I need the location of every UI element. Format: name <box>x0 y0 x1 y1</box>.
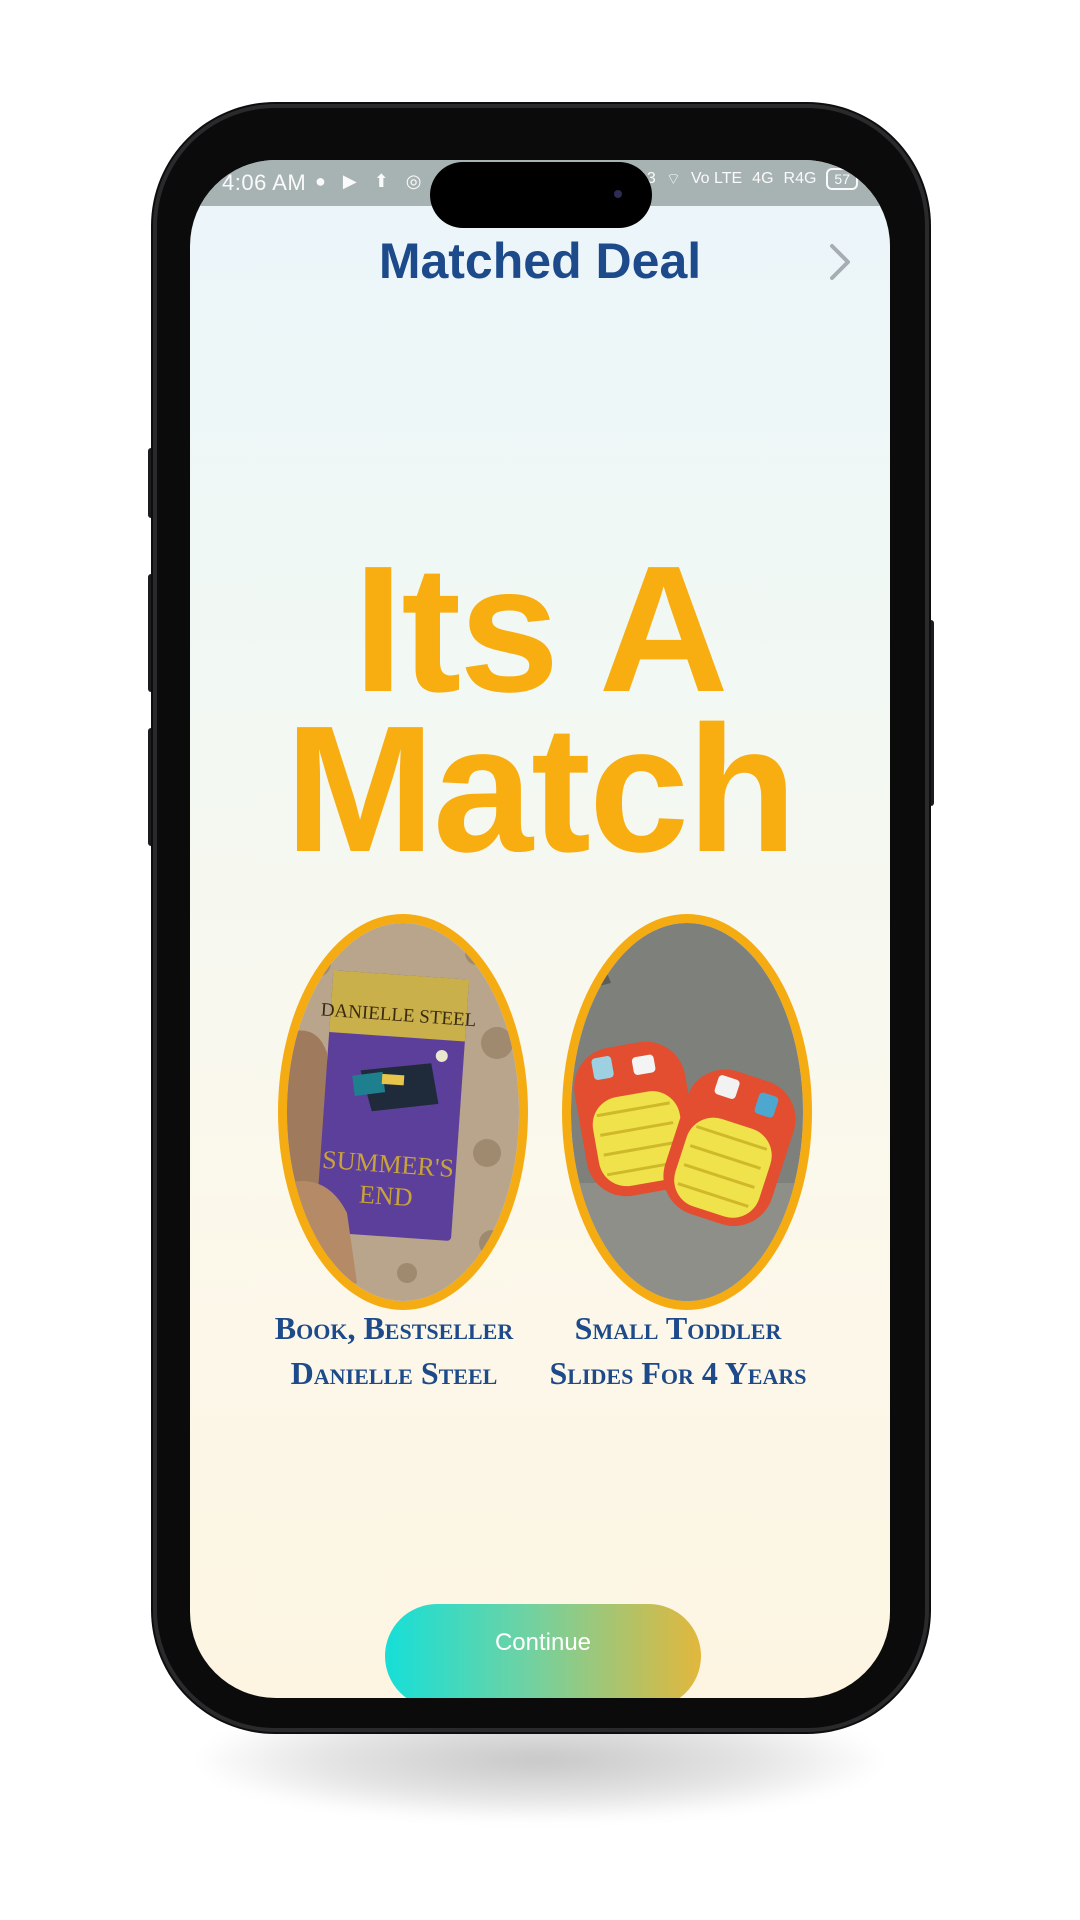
continue-button[interactable]: Continue <box>385 1604 701 1698</box>
camera-dot <box>614 190 622 198</box>
match-headline-line1: Its A <box>353 529 728 730</box>
item-label-book: Book, Bestseller Danielle Steel <box>274 1310 514 1391</box>
item-image-book: DANIELLE STEEL SUMMER'S END <box>278 914 528 1310</box>
page-title: Matched Deal <box>378 233 702 289</box>
notification-icons: ● ▶ ⬆ ◎ <box>315 171 428 191</box>
device-action-button <box>148 448 156 518</box>
volte-icon: Vo LTE <box>690 170 743 187</box>
match-headline-line2: Match <box>284 689 797 890</box>
signal-r4g-icon: R4G <box>783 170 817 187</box>
app-screen: 4:06 AM ● ▶ ⬆ ◎ 1.13 ⌔ Vo LTE 4G R4G 57 … <box>190 160 890 1698</box>
book-photo: DANIELLE STEEL SUMMER'S END <box>287 923 519 1301</box>
device-volume-down-button <box>148 728 156 846</box>
signal-4g-icon: 4G <box>752 170 774 187</box>
slides-photo <box>571 923 803 1301</box>
device-volume-up-button <box>148 574 156 692</box>
item-label-slides: Small Toddler Slides For 4 Years <box>549 1310 807 1391</box>
dynamic-island <box>430 162 652 228</box>
item-image-slides <box>562 914 812 1310</box>
chevron-right-icon[interactable] <box>820 240 860 284</box>
match-headline: Its A Match <box>190 529 890 890</box>
status-time: 4:06 AM <box>222 170 307 195</box>
wifi-icon: ⌔ <box>665 171 681 188</box>
book-title-text-2: END <box>358 1180 413 1213</box>
battery-icon: 57 <box>826 168 858 190</box>
system-icons: 1.13 ⌔ Vo LTE 4G R4G 57 <box>625 168 858 190</box>
device-power-button <box>926 620 934 806</box>
